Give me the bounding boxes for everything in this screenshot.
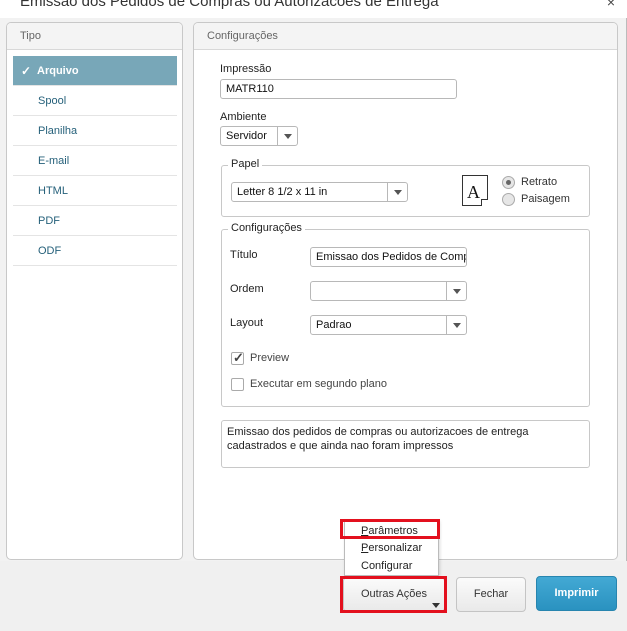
chevron-down-icon[interactable] [277, 127, 297, 145]
ambiente-select[interactable]: Servidor [220, 126, 298, 146]
document-glyph: A [467, 182, 480, 202]
tipo-header: Tipo [7, 23, 182, 50]
impressao-label: Impressão [220, 63, 272, 75]
window-title: Emissao dos Pedidos de Compras ou Autori… [20, 0, 439, 10]
configuracoes-group: Configurações Título Emissao dos Pedidos… [221, 222, 590, 407]
preview-label: Preview [250, 352, 290, 364]
fechar-label: Fechar [473, 588, 509, 600]
description-line-1: Emissao dos pedidos de compras ou autori… [227, 426, 529, 438]
layout-value: Padrao [316, 319, 352, 331]
ordem-label: Ordem [230, 283, 264, 295]
configuracoes-legend: Configurações [228, 222, 305, 234]
ambiente-value: Servidor [226, 130, 267, 142]
preview-checkbox[interactable] [231, 350, 244, 366]
print-dialog: Emissao dos Pedidos de Compras ou Autori… [0, 0, 627, 631]
title-bar: Emissao dos Pedidos de Compras ou Autori… [0, 0, 627, 18]
highlight-outras-acoes [340, 576, 447, 613]
background-label: Executar em segundo plano [250, 378, 387, 390]
description-line-2: cadastrados e que ainda nao foram impres… [227, 440, 454, 452]
titulo-field[interactable]: Emissao dos Pedidos de Compras ou Autori… [310, 247, 467, 267]
titulo-label: Título [230, 249, 258, 261]
close-icon[interactable]: × [607, 0, 615, 10]
footer-bar [0, 561, 627, 631]
tipo-item-label: PDF [38, 215, 60, 227]
paisagem-radio[interactable] [502, 193, 515, 206]
ordem-select[interactable] [310, 281, 467, 301]
impressao-field[interactable]: MATR110 [220, 79, 457, 99]
highlight-parametros [340, 519, 440, 539]
menu-item-label: ersonalizar [368, 542, 423, 554]
menu-item-personalizar[interactable]: Personalizar [345, 542, 438, 554]
tipo-item-label: E-mail [38, 155, 70, 167]
imprimir-button[interactable]: Imprimir [536, 576, 617, 611]
menu-item-configurar[interactable]: Configurar [345, 560, 438, 572]
background-checkbox[interactable] [231, 378, 244, 391]
menu-item-label: Configurar [361, 560, 413, 572]
tipo-item-pdf[interactable]: PDF [13, 206, 177, 236]
ambiente-label: Ambiente [220, 111, 267, 123]
paper-size-value: Letter 8 1/2 x 11 in [237, 186, 328, 198]
tipo-panel: Tipo ✓ Arquivo Spool Planilha E-mail HTM… [6, 22, 183, 560]
tipo-item-label: Planilha [38, 125, 78, 137]
tipo-item-spool[interactable]: Spool [13, 86, 177, 116]
retrato-radio[interactable] [502, 176, 515, 189]
papel-group: Papel Letter 8 1/2 x 11 in A Retrato Pai… [221, 158, 590, 217]
description-box: Emissao dos pedidos de compras ou autori… [221, 420, 590, 468]
document-icon: A [462, 175, 488, 206]
checkmark-icon: ✓ [21, 64, 32, 78]
layout-select[interactable]: Padrao [310, 315, 467, 335]
fechar-button[interactable]: Fechar [456, 577, 526, 612]
chevron-down-icon[interactable] [446, 282, 466, 300]
tipo-item-html[interactable]: HTML [13, 176, 177, 206]
tipo-item-label: ODF [38, 245, 62, 257]
retrato-label: Retrato [521, 176, 558, 188]
tipo-list: ✓ Arquivo Spool Planilha E-mail HTML PDF… [13, 56, 177, 266]
tipo-item-planilha[interactable]: Planilha [13, 116, 177, 146]
layout-label: Layout [230, 317, 264, 329]
paper-size-select[interactable]: Letter 8 1/2 x 11 in [231, 182, 408, 202]
paisagem-label: Paisagem [521, 193, 570, 205]
tipo-item-arquivo[interactable]: ✓ Arquivo [13, 56, 177, 86]
papel-legend: Papel [228, 158, 263, 170]
configuracoes-panel: Configurações Impressão MATR110 Ambiente… [193, 22, 618, 560]
tipo-item-label: Spool [38, 95, 67, 107]
tipo-item-odf[interactable]: ODF [13, 236, 177, 266]
imprimir-label: Imprimir [554, 587, 599, 599]
tipo-item-label: Arquivo [37, 65, 79, 77]
chevron-down-icon[interactable] [446, 316, 466, 334]
tipo-item-label: HTML [38, 185, 68, 197]
chevron-down-icon[interactable] [387, 183, 407, 201]
tipo-item-email[interactable]: E-mail [13, 146, 177, 176]
configuracoes-header: Configurações [194, 23, 617, 50]
